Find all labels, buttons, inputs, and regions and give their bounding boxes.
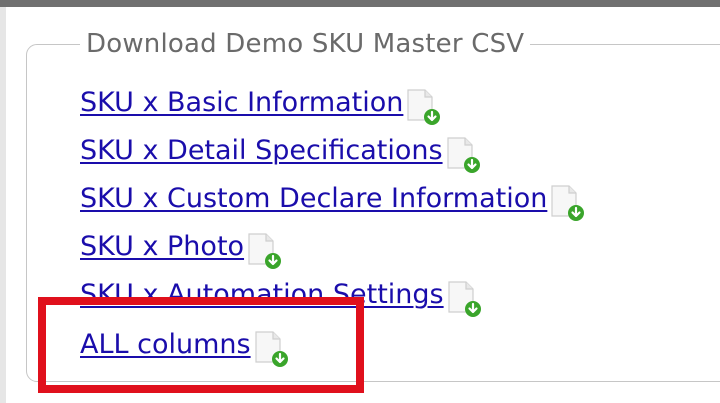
sku-detail-specifications-link[interactable]: SKU x Detail Specifications <box>80 134 443 168</box>
link-row-photo: SKU x Photo <box>80 230 282 270</box>
sku-photo-link[interactable]: SKU x Photo <box>80 230 244 264</box>
window-top-border <box>0 0 720 7</box>
window-left-border <box>0 7 6 403</box>
download-file-icon[interactable] <box>446 278 482 318</box>
sku-automation-settings-link[interactable]: SKU x Automation Settings <box>80 278 444 312</box>
download-file-icon[interactable] <box>445 134 481 174</box>
all-columns-link[interactable]: ALL columns <box>80 328 251 362</box>
link-row-basic-information: SKU x Basic Information <box>80 86 441 126</box>
sku-custom-declare-information-link[interactable]: SKU x Custom Declare Information <box>80 182 547 216</box>
link-row-detail-specifications: SKU x Detail Specifications <box>80 134 481 174</box>
sku-basic-information-link[interactable]: SKU x Basic Information <box>80 86 403 120</box>
download-file-icon[interactable] <box>246 230 282 270</box>
link-row-all-columns: ALL columns <box>80 328 289 368</box>
download-file-icon[interactable] <box>549 182 585 222</box>
download-file-icon[interactable] <box>405 86 441 126</box>
fieldset-legend: Download Demo SKU Master CSV <box>80 26 531 62</box>
link-row-automation-settings: SKU x Automation Settings <box>80 278 482 318</box>
download-file-icon[interactable] <box>253 328 289 368</box>
link-row-custom-declare-information: SKU x Custom Declare Information <box>80 182 585 222</box>
